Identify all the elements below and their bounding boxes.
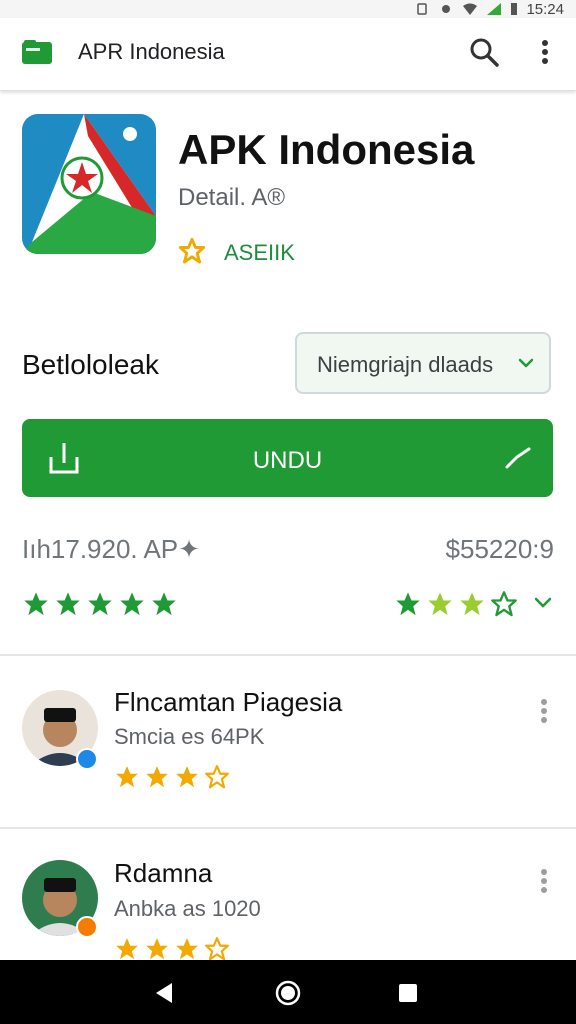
- more-vert-icon[interactable]: [530, 34, 560, 70]
- app-bar: APR Indonesia: [0, 18, 576, 91]
- folder-app-icon: [22, 40, 52, 64]
- divider: [0, 654, 576, 656]
- star-filled-icon: [428, 592, 452, 616]
- recents-icon[interactable]: [398, 983, 418, 1003]
- wifi-icon: [463, 3, 478, 15]
- reviewer-name: Flncamtan Piagesia: [114, 687, 343, 717]
- chevron-down-icon: [518, 358, 534, 368]
- app-name: APK Indonesia: [178, 126, 475, 173]
- star-filled-icon: [146, 766, 168, 788]
- star-filled-icon: [116, 766, 138, 788]
- star-filled-icon: [176, 938, 198, 960]
- star-filled-icon: [460, 592, 484, 616]
- review-rating: [114, 936, 230, 962]
- back-icon[interactable]: [152, 981, 176, 1005]
- star-filled-icon: [152, 592, 176, 616]
- star-empty-icon: [205, 937, 229, 961]
- avatar-badge: [76, 916, 98, 938]
- star-filled-icon: [176, 766, 198, 788]
- notification-icon: [442, 5, 451, 13]
- dropdown-value: Niemgriajn dlaads: [317, 352, 494, 377]
- price-stat: $55220:9: [445, 534, 554, 564]
- star-filled-icon: [146, 938, 168, 960]
- reviewer-name: Rdamna: [114, 858, 213, 888]
- more-vert-icon[interactable]: [532, 864, 556, 898]
- chevron-icon[interactable]: [533, 592, 553, 612]
- rating-stars-right[interactable]: [394, 590, 518, 618]
- star-filled-icon: [88, 592, 112, 616]
- star-filled-icon: [120, 592, 144, 616]
- home-icon[interactable]: [274, 979, 302, 1007]
- star-filled-icon: [56, 592, 80, 616]
- check-icon: [505, 447, 531, 469]
- rating-stars-left: [22, 590, 178, 618]
- divider: [0, 827, 576, 829]
- star-icon: [178, 237, 206, 264]
- section-label: Betlololeak: [22, 349, 159, 380]
- review-rating: [114, 764, 230, 790]
- star-filled-icon: [396, 592, 420, 616]
- star-empty-icon: [491, 591, 517, 617]
- status-bar: 15:24: [0, 0, 576, 18]
- download-button[interactable]: UNDU: [22, 419, 553, 497]
- status-icons: 15:24: [414, 0, 564, 18]
- app-subtitle: Detail. A®: [178, 184, 286, 211]
- signal-icon: [487, 3, 502, 15]
- status-time: 15:24: [526, 0, 564, 18]
- flag-triangle-icon: [22, 114, 156, 254]
- category-badge[interactable]: ASEIIK: [224, 240, 295, 266]
- options-dropdown[interactable]: Niemgriajn dlaads: [295, 332, 551, 394]
- avatar-badge: [76, 748, 98, 770]
- more-vert-icon[interactable]: [532, 694, 556, 728]
- star-filled-icon: [116, 938, 138, 960]
- app-bar-title: APR Indonesia: [78, 39, 225, 64]
- star-filled-icon: [24, 592, 48, 616]
- battery-icon: [511, 3, 518, 15]
- search-icon[interactable]: [466, 34, 502, 70]
- vibrate-icon: [417, 3, 428, 15]
- download-count: Iıh17.920. AP✦: [22, 534, 200, 564]
- reviewer-subtitle: Anbka as 1020: [114, 896, 261, 921]
- reviewer-subtitle: Smcia es 64PK: [114, 724, 265, 749]
- star-empty-icon: [205, 765, 229, 789]
- download-label: UNDU: [252, 447, 323, 474]
